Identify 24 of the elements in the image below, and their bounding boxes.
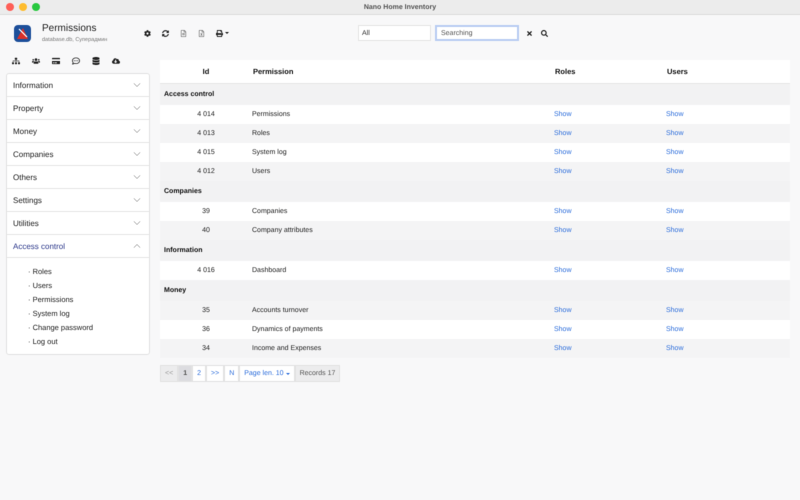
accordion-header[interactable]: Money [7,120,149,143]
sitemap-icon[interactable] [12,57,20,67]
app-logo-icon [14,24,31,42]
accordion-header[interactable]: Settings [7,189,149,212]
close-icon[interactable] [6,3,14,11]
spreadsheet-icon[interactable] [198,30,205,36]
accordion-header[interactable]: Utilities [7,212,149,235]
accordion-header[interactable]: Others [7,166,149,189]
refresh-icon[interactable] [162,30,169,36]
clear-icon[interactable] [526,30,533,36]
credit-card-icon[interactable] [52,57,60,67]
search-icon[interactable] [541,30,548,36]
accordion-header[interactable]: Access control [7,235,149,258]
database-icon[interactable] [92,57,100,67]
print-icon[interactable] [216,30,229,36]
accordion-header[interactable]: Companies [7,143,149,166]
document-icon[interactable] [180,30,187,36]
comment-icon[interactable] [72,57,80,67]
page-title: Permissions [42,23,98,34]
cloud-download-icon[interactable] [112,57,120,67]
settings-icon[interactable] [144,30,151,36]
accordion-header[interactable]: Property [7,97,149,120]
users-icon[interactable] [32,57,40,67]
accordion-header[interactable]: Information [7,74,149,97]
